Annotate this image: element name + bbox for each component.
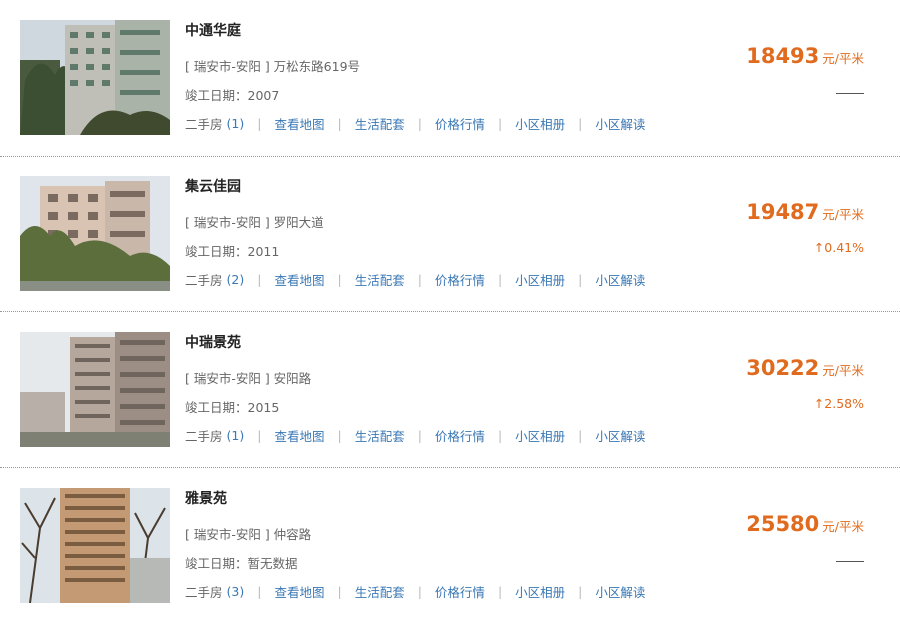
amenities-link[interactable]: 生活配套 [355, 582, 405, 601]
link-bar: 二手房 (2) | 查看地图 | 生活配套 | 价格行情 | 小区相册 | 小区… [185, 270, 645, 289]
community-name[interactable]: 雅景苑 [185, 488, 227, 508]
resale-count[interactable]: (1) [227, 428, 245, 443]
price-block: 30222 元/平米 [746, 356, 864, 380]
view-map-link[interactable]: 查看地图 [274, 426, 324, 445]
link-bar: 二手房 (1) | 查看地图 | 生活配套 | 价格行情 | 小区相册 | 小区… [185, 426, 645, 445]
community-photo[interactable] [20, 332, 170, 447]
price-unit: 元/平米 [822, 51, 864, 66]
price-block: 19487 元/平米 [746, 200, 864, 224]
album-link[interactable]: 小区相册 [515, 270, 565, 289]
completion-date: 竣工日期：2015 [185, 400, 280, 415]
divider: | [497, 272, 503, 287]
analysis-link[interactable]: 小区解读 [595, 582, 645, 601]
divider: | [417, 116, 422, 131]
price-trend-link[interactable]: 价格行情 [435, 582, 485, 601]
price-block: 25580 元/平米 [746, 512, 864, 536]
price-unit: 元/平米 [822, 363, 864, 378]
price-unit: 元/平米 [822, 519, 864, 534]
list-item: 雅景苑 [ 瑞安市-安阳 ] 仲容路 竣工日期：暂无数据 二手房 (3) | 查… [0, 468, 900, 623]
album-link[interactable]: 小区相册 [515, 582, 565, 601]
list-item: 中通华庭 [ 瑞安市-安阳 ] 万松东路619号 竣工日期：2007 二手房 (… [0, 0, 900, 156]
amenities-link[interactable]: 生活配套 [355, 270, 405, 289]
price-trend-link[interactable]: 价格行情 [435, 426, 485, 445]
price-value: 19487 [746, 200, 820, 224]
community-address: [ 瑞安市-安阳 ] 万松东路619号 [185, 59, 361, 74]
price-value: 30222 [746, 356, 820, 380]
divider: | [497, 584, 503, 599]
resale-label: 二手房 [185, 117, 223, 132]
divider: | [497, 116, 503, 131]
resale-count[interactable]: (1) [227, 116, 245, 131]
community-address: [ 瑞安市-安阳 ] 罗阳大道 [185, 215, 324, 230]
resale-label: 二手房 [185, 429, 223, 444]
divider: | [578, 428, 583, 443]
price-value: 25580 [746, 512, 820, 536]
price-value: 18493 [746, 44, 820, 68]
no-change-dash [836, 93, 864, 94]
divider: | [337, 428, 342, 443]
divider: | [257, 428, 262, 443]
completion-date: 竣工日期：2007 [185, 88, 280, 103]
analysis-link[interactable]: 小区解读 [595, 426, 645, 445]
completion-date: 竣工日期：暂无数据 [185, 556, 298, 571]
resale-count[interactable]: (2) [227, 272, 245, 287]
community-name[interactable]: 集云佳园 [185, 176, 241, 196]
resale-count[interactable]: (3) [227, 584, 245, 599]
no-change-dash [836, 561, 864, 562]
community-address: [ 瑞安市-安阳 ] 仲容路 [185, 527, 312, 542]
link-bar: 二手房 (3) | 查看地图 | 生活配套 | 价格行情 | 小区相册 | 小区… [185, 582, 645, 601]
price-trend-link[interactable]: 价格行情 [435, 270, 485, 289]
price-trend-link[interactable]: 价格行情 [435, 114, 485, 133]
analysis-link[interactable]: 小区解读 [595, 114, 645, 133]
divider: | [578, 272, 583, 287]
divider: | [257, 272, 262, 287]
community-address: [ 瑞安市-安阳 ] 安阳路 [185, 371, 312, 386]
amenities-link[interactable]: 生活配套 [355, 114, 405, 133]
amenities-link[interactable]: 生活配套 [355, 426, 405, 445]
community-photo[interactable] [20, 488, 170, 603]
price-block: 18493 元/平米 [746, 44, 864, 68]
link-bar: 二手房 (1) | 查看地图 | 生活配套 | 价格行情 | 小区相册 | 小区… [185, 114, 645, 133]
divider: | [497, 428, 503, 443]
community-photo[interactable] [20, 20, 170, 135]
price-change: ↑0.41% [813, 240, 864, 255]
community-photo[interactable] [20, 176, 170, 291]
divider: | [337, 116, 342, 131]
price-change: ↑2.58% [813, 396, 864, 411]
divider: | [337, 272, 342, 287]
completion-date: 竣工日期：2011 [185, 244, 280, 259]
view-map-link[interactable]: 查看地图 [274, 270, 324, 289]
divider: | [257, 584, 262, 599]
divider: | [337, 584, 342, 599]
divider: | [257, 116, 262, 131]
divider: | [578, 116, 583, 131]
album-link[interactable]: 小区相册 [515, 426, 565, 445]
list-item: 中瑞景苑 [ 瑞安市-安阳 ] 安阳路 竣工日期：2015 二手房 (1) | … [0, 312, 900, 468]
album-link[interactable]: 小区相册 [515, 114, 565, 133]
analysis-link[interactable]: 小区解读 [595, 270, 645, 289]
community-name[interactable]: 中通华庭 [185, 20, 241, 40]
divider: | [417, 272, 422, 287]
community-list: 中通华庭 [ 瑞安市-安阳 ] 万松东路619号 竣工日期：2007 二手房 (… [0, 0, 900, 623]
resale-label: 二手房 [185, 273, 223, 288]
divider: | [417, 428, 422, 443]
list-item: 集云佳园 [ 瑞安市-安阳 ] 罗阳大道 竣工日期：2011 二手房 (2) |… [0, 156, 900, 312]
view-map-link[interactable]: 查看地图 [274, 114, 324, 133]
community-name[interactable]: 中瑞景苑 [185, 332, 241, 352]
price-unit: 元/平米 [822, 207, 864, 222]
resale-label: 二手房 [185, 585, 223, 600]
divider: | [578, 584, 583, 599]
divider: | [417, 584, 422, 599]
view-map-link[interactable]: 查看地图 [274, 582, 324, 601]
